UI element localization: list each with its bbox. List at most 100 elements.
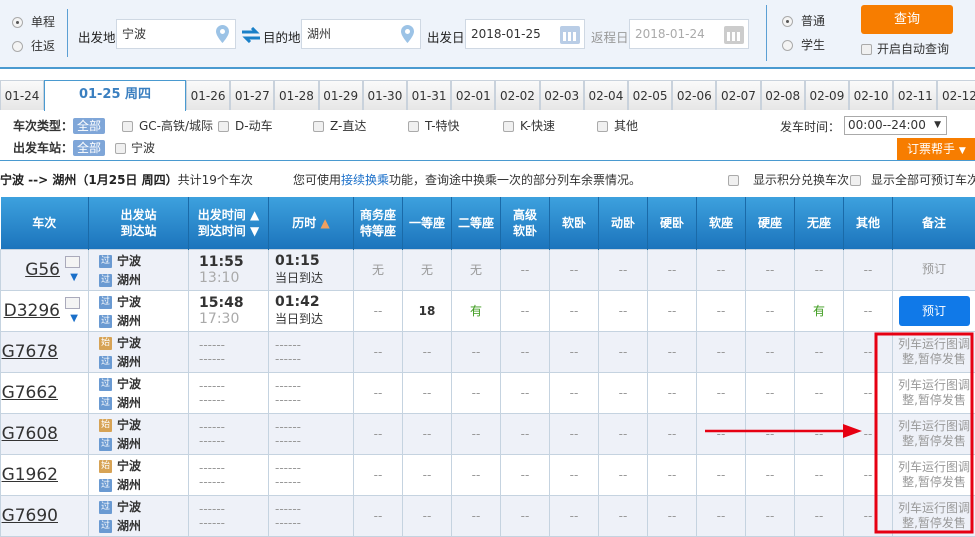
return-date-input[interactable]: 2018-01-24: [629, 19, 749, 49]
date-tab[interactable]: 02-12: [937, 80, 975, 110]
cell: 宁波: [117, 336, 141, 350]
radio-one-way[interactable]: 单程: [12, 13, 55, 30]
type-all-button[interactable]: 全部: [73, 118, 105, 134]
train-number-link[interactable]: G7662: [2, 383, 58, 403]
date-tab[interactable]: 02-03: [540, 80, 584, 110]
train-number-link[interactable]: G7608: [2, 424, 58, 444]
column-header[interactable]: 历时 ▲: [269, 197, 354, 249]
date-tab[interactable]: 02-07: [716, 80, 760, 110]
remark: 列车运行图调整,暂停发售: [893, 495, 975, 536]
train-number-link[interactable]: D3296: [4, 301, 60, 321]
arrive-time: ------: [199, 393, 268, 407]
expand-chevron-icon[interactable]: ▼: [70, 272, 78, 283]
cell: ------------: [269, 413, 354, 454]
transfer-link[interactable]: 接续换乘: [341, 173, 389, 187]
depart-time-label: 发车时间：: [780, 118, 840, 135]
seat-availability: --: [599, 249, 648, 290]
train-type-checkbox[interactable]: T-特快: [408, 117, 460, 134]
radio-adult[interactable]: 普通: [782, 12, 825, 29]
date-tab[interactable]: 01-25 周四: [44, 80, 186, 111]
depart-time: ------: [199, 379, 268, 393]
date-tab[interactable]: 02-08: [761, 80, 805, 110]
cell: 过宁波: [99, 293, 188, 310]
seat-availability: --: [452, 454, 501, 495]
train-type-checkbox[interactable]: 其他: [597, 117, 638, 134]
depart-time-select[interactable]: 00:00--24:00▼: [844, 116, 947, 135]
seat-availability: --: [403, 454, 452, 495]
cell: G7678: [1, 331, 89, 372]
station-tag-icon: 过: [99, 520, 112, 533]
date-tab[interactable]: 02-04: [584, 80, 628, 110]
train-type-checkbox[interactable]: Z-直达: [313, 117, 366, 134]
detail-card-icon[interactable]: [65, 256, 80, 268]
detail-card-icon[interactable]: [65, 297, 80, 309]
date-tab[interactable]: 02-06: [672, 80, 716, 110]
seat-availability: --: [746, 331, 795, 372]
transfer-tip: 您可使用接续换乘功能，查询途中换乘一次的部分列车余票情况。: [293, 171, 641, 188]
date-tab[interactable]: 01-31: [407, 80, 451, 110]
from-input[interactable]: 宁波: [116, 19, 236, 49]
to-input[interactable]: 湖州: [301, 19, 421, 49]
date-tab[interactable]: 02-01: [451, 80, 495, 110]
date-tab[interactable]: 01-27: [230, 80, 274, 110]
calendar-icon[interactable]: [724, 26, 744, 44]
station-tag-icon: 过: [99, 274, 112, 287]
date-tab[interactable]: 02-05: [628, 80, 672, 110]
date-tab[interactable]: 01-26: [186, 80, 230, 110]
divider: [67, 9, 68, 57]
cell: ------------: [269, 495, 354, 536]
station-tag-icon: 过: [99, 315, 112, 328]
date-tab[interactable]: 01-28: [274, 80, 318, 110]
date-tab[interactable]: 02-02: [495, 80, 539, 110]
date-tab[interactable]: 02-11: [893, 80, 937, 110]
expand-chevron-icon[interactable]: ▼: [70, 313, 78, 324]
station-all-button[interactable]: 全部: [73, 140, 105, 156]
depart-time: ------: [199, 338, 268, 352]
cell: 过宁波过湖州: [89, 372, 189, 413]
train-type-checkbox[interactable]: K-快速: [503, 117, 555, 134]
duration: ------: [275, 420, 353, 434]
cell: D3296 ▼: [1, 290, 89, 331]
station-tag-icon: 过: [99, 378, 112, 391]
train-number-link[interactable]: G1962: [2, 465, 58, 485]
seat-availability: --: [452, 413, 501, 454]
show-points-checkbox[interactable]: 显示积分兑换车次: [728, 171, 849, 188]
date-tab[interactable]: 01-30: [363, 80, 407, 110]
divider: [0, 160, 975, 161]
swap-icon[interactable]: [242, 27, 260, 43]
train-type-checkbox[interactable]: D-动车: [218, 117, 273, 134]
radio-round-trip[interactable]: 往返: [12, 37, 55, 54]
auto-query-checkbox[interactable]: 开启自动查询: [861, 40, 949, 57]
query-button[interactable]: 查询: [861, 5, 953, 34]
date-tab[interactable]: 01-29: [319, 80, 363, 110]
cell: ------------: [189, 372, 269, 413]
radio-student[interactable]: 学生: [782, 36, 825, 53]
train-number-link[interactable]: G56: [25, 260, 60, 280]
arrive-time: ------: [199, 352, 268, 366]
book-button[interactable]: 预订: [899, 296, 970, 326]
seat-availability: --: [403, 331, 452, 372]
cell: 车次: [1, 215, 89, 231]
show-all-checkbox[interactable]: 显示全部可预订车次: [850, 171, 975, 188]
date-tab[interactable]: 01-24: [0, 80, 44, 110]
date-tab[interactable]: 02-09: [805, 80, 849, 110]
seat-availability: --: [648, 249, 697, 290]
train-type-filter: 车次类型：全部: [13, 117, 115, 134]
calendar-icon[interactable]: [560, 26, 580, 44]
date-tab[interactable]: 02-10: [849, 80, 893, 110]
train-number-link[interactable]: G7678: [2, 342, 58, 362]
column-header: 无座: [795, 197, 844, 249]
station-tag-icon: 始: [99, 419, 112, 432]
seat-availability: --: [501, 372, 550, 413]
cell: 商务座: [354, 207, 402, 223]
train-type-checkbox[interactable]: GC-高铁/城际: [122, 117, 213, 134]
depart-date-input[interactable]: 2018-01-25: [465, 19, 585, 49]
seat-availability: --: [648, 413, 697, 454]
booking-helper-button[interactable]: 订票帮手 ▼: [897, 138, 975, 160]
duration-note: ------: [275, 516, 353, 530]
seat-availability: --: [403, 372, 452, 413]
train-number-link[interactable]: G7690: [2, 506, 58, 526]
column-header[interactable]: 出发时间 ▲到达时间 ▼: [189, 197, 269, 249]
seat-availability: 无: [354, 249, 403, 290]
station-checkbox-ningbo[interactable]: 宁波: [115, 141, 155, 155]
